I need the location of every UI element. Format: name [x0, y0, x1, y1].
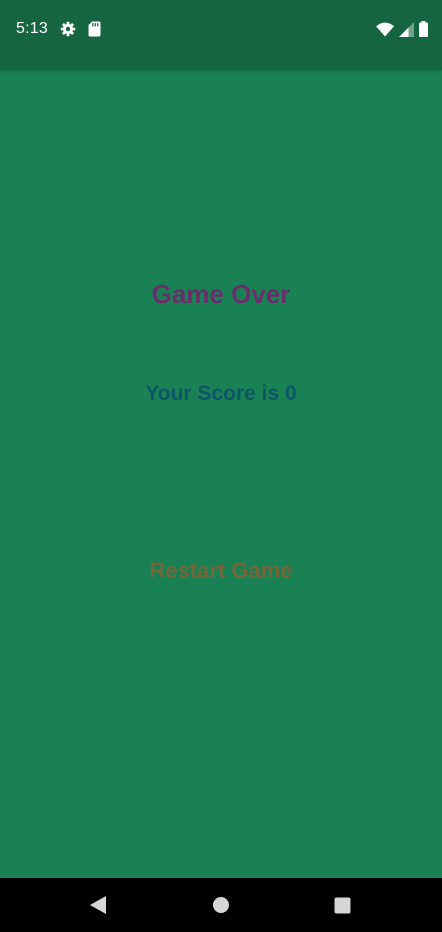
battery-icon — [419, 21, 428, 37]
main-content: Game Over Your Score is 0 Restart Game — [0, 70, 442, 878]
back-icon[interactable] — [84, 891, 112, 919]
navigation-bar — [0, 878, 442, 932]
game-over-title: Game Over — [151, 279, 291, 309]
status-left-group: 5:13 — [16, 18, 101, 40]
cell-signal-icon — [399, 21, 414, 37]
status-right-group — [376, 18, 428, 40]
home-icon[interactable] — [207, 891, 235, 919]
status-bar: 5:13 — [0, 0, 442, 70]
gear-icon — [60, 21, 76, 37]
restart-game-button[interactable]: Restart Game — [131, 551, 311, 591]
sd-card-icon — [88, 21, 101, 37]
score-text: Your Score is 0 — [145, 382, 297, 405]
status-time: 5:13 — [16, 20, 48, 37]
recents-icon[interactable] — [328, 891, 356, 919]
wifi-icon — [376, 22, 394, 37]
game-over-screen: 5:13 Game Over Your Score is 0 Restart G… — [0, 0, 442, 932]
